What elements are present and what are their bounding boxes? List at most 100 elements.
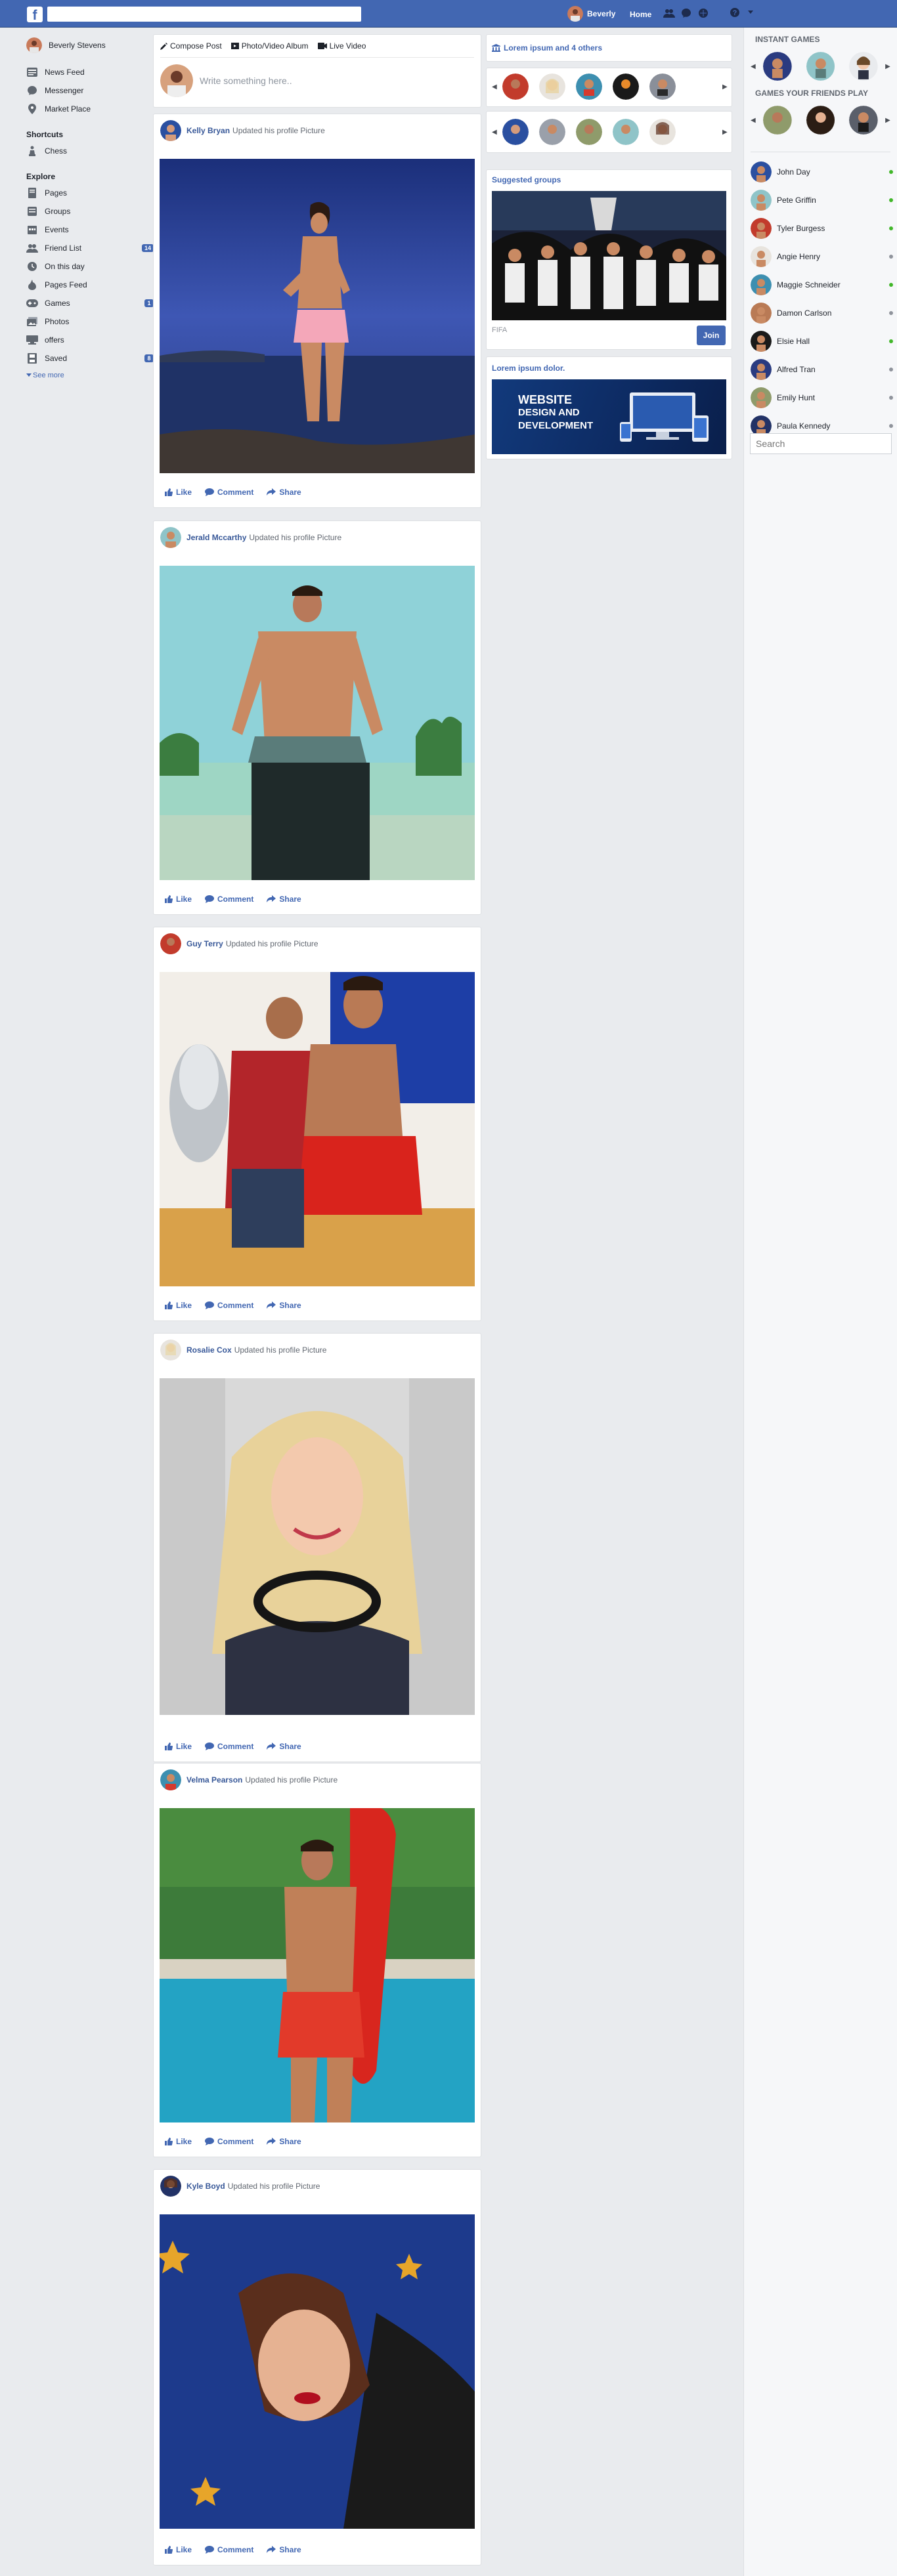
author-name[interactable]: Kyle Boyd: [186, 2182, 225, 2191]
comment-button[interactable]: Comment: [205, 895, 253, 904]
story-avatar[interactable]: [613, 119, 639, 145]
post-image[interactable]: [160, 566, 475, 880]
like-button[interactable]: Like: [165, 1742, 192, 1751]
like-button[interactable]: Like: [165, 2137, 192, 2146]
game-thumbnail[interactable]: [849, 106, 879, 135]
like-button[interactable]: Like: [165, 488, 192, 497]
comment-button[interactable]: Comment: [205, 1301, 253, 1310]
sidebar-item-on-this-day[interactable]: On this day: [25, 257, 154, 276]
author-name[interactable]: Velma Pearson: [186, 1775, 242, 1784]
comment-button[interactable]: Comment: [205, 1742, 253, 1751]
profile-link[interactable]: Beverly Stevens: [25, 35, 154, 55]
story-avatar[interactable]: [502, 119, 529, 145]
dropdown-icon[interactable]: [748, 11, 753, 14]
avatar[interactable]: [160, 120, 181, 141]
facebook-logo-icon[interactable]: f: [27, 7, 43, 22]
sidebar-item-saved[interactable]: Saved 8: [25, 349, 154, 368]
author-name[interactable]: Kelly Bryan: [186, 126, 230, 135]
story-avatar[interactable]: [576, 74, 602, 100]
sidebar-item-pages-feed[interactable]: Pages Feed: [25, 276, 154, 294]
chevron-right-icon[interactable]: ▶: [885, 63, 890, 70]
story-avatar[interactable]: [649, 119, 676, 145]
sidebar-item-groups[interactable]: Groups: [25, 202, 154, 221]
sidebar-item-friend-list[interactable]: Friend List 14: [25, 239, 154, 257]
share-button[interactable]: Share: [267, 895, 301, 904]
contact-item[interactable]: Alfred Tran: [744, 355, 897, 383]
like-button[interactable]: Like: [165, 2545, 192, 2554]
ad-banner[interactable]: WEBSITE DESIGN AND DEVELOPMENT: [492, 379, 726, 454]
top-user-link[interactable]: Beverly: [567, 6, 615, 22]
author-name[interactable]: Rosalie Cox: [186, 1345, 232, 1355]
contact-item[interactable]: Elsie Hall: [744, 327, 897, 355]
sidebar-item-chess[interactable]: Chess: [25, 142, 154, 160]
story-avatar[interactable]: [539, 119, 565, 145]
like-button[interactable]: Like: [165, 1301, 192, 1310]
author-name[interactable]: Jerald Mccarthy: [186, 533, 246, 542]
comment-button[interactable]: Comment: [205, 2137, 253, 2146]
avatar[interactable]: [160, 1340, 181, 1361]
chevron-left-icon[interactable]: ◀: [492, 129, 497, 136]
post-image[interactable]: [160, 2214, 475, 2529]
share-button[interactable]: Share: [267, 2545, 301, 2554]
messages-icon[interactable]: [680, 7, 692, 19]
contact-item[interactable]: Damon Carlson: [744, 299, 897, 327]
author-name[interactable]: Guy Terry: [186, 939, 223, 948]
home-link[interactable]: Home: [630, 10, 651, 19]
like-button[interactable]: Like: [165, 895, 192, 904]
group-cover-image[interactable]: [492, 191, 726, 320]
sidebar-item-market-place[interactable]: Market Place: [25, 100, 154, 118]
search-input[interactable]: [47, 7, 361, 22]
share-button[interactable]: Share: [267, 2137, 301, 2146]
game-thumbnail[interactable]: [806, 106, 835, 135]
sidebar-item-pages[interactable]: Pages: [25, 184, 154, 202]
contacts-search-input[interactable]: [750, 433, 892, 454]
live-video-tab[interactable]: Live Video: [317, 41, 366, 51]
photo-video-album-tab[interactable]: Photo/Video Album: [230, 41, 309, 51]
story-avatar[interactable]: [576, 119, 602, 145]
notifications-icon[interactable]: [697, 7, 709, 19]
story-avatar[interactable]: [649, 74, 676, 100]
sidebar-item-photos[interactable]: Photos: [25, 312, 154, 331]
sidebar-item-events[interactable]: Events: [25, 221, 154, 239]
sidebar-item-games[interactable]: Games 1: [25, 294, 154, 312]
join-button[interactable]: Join: [697, 326, 726, 345]
comment-button[interactable]: Comment: [205, 488, 253, 497]
contact-item[interactable]: Pete Griffin: [744, 186, 897, 214]
sidebar-item-news-feed[interactable]: News Feed: [25, 63, 154, 81]
group-name[interactable]: FIFA: [492, 326, 507, 334]
avatar[interactable]: [160, 933, 181, 954]
game-thumbnail[interactable]: [806, 52, 835, 81]
friends-icon[interactable]: [663, 7, 675, 19]
chevron-left-icon[interactable]: ◀: [751, 117, 756, 124]
chevron-right-icon[interactable]: ▶: [885, 117, 890, 124]
avatar[interactable]: [160, 527, 181, 548]
contact-item[interactable]: Tyler Burgess: [744, 214, 897, 242]
see-more-link[interactable]: See more: [25, 371, 154, 379]
contact-item[interactable]: Maggie Schneider: [744, 270, 897, 299]
sidebar-item-offers[interactable]: offers: [25, 331, 154, 349]
share-button[interactable]: Share: [267, 1742, 301, 1751]
story-avatar[interactable]: [613, 74, 639, 100]
share-button[interactable]: Share: [267, 1301, 301, 1310]
compose-post-tab[interactable]: Compose Post: [160, 41, 222, 51]
chevron-left-icon[interactable]: ◀: [751, 63, 756, 70]
chevron-left-icon[interactable]: ◀: [492, 83, 497, 91]
comment-button[interactable]: Comment: [205, 2545, 253, 2554]
game-thumbnail[interactable]: [849, 52, 879, 81]
story-avatar[interactable]: [539, 74, 565, 100]
help-icon[interactable]: ?: [730, 7, 740, 18]
avatar[interactable]: [160, 1769, 181, 1790]
share-button[interactable]: Share: [267, 488, 301, 497]
contact-item[interactable]: Emily Hunt: [744, 383, 897, 412]
avatar[interactable]: [160, 2176, 181, 2197]
post-image[interactable]: [160, 159, 475, 473]
contact-item[interactable]: John Day: [744, 158, 897, 186]
contact-item[interactable]: Angie Henry: [744, 242, 897, 270]
post-image[interactable]: [160, 1808, 475, 2122]
sidebar-item-messenger[interactable]: Messenger: [25, 81, 154, 100]
story-avatar[interactable]: [502, 74, 529, 100]
chevron-right-icon[interactable]: ▶: [722, 129, 728, 136]
game-thumbnail[interactable]: [762, 106, 792, 135]
post-image[interactable]: [160, 972, 475, 1286]
stories-header[interactable]: Lorem ipsum and 4 others: [486, 34, 732, 62]
